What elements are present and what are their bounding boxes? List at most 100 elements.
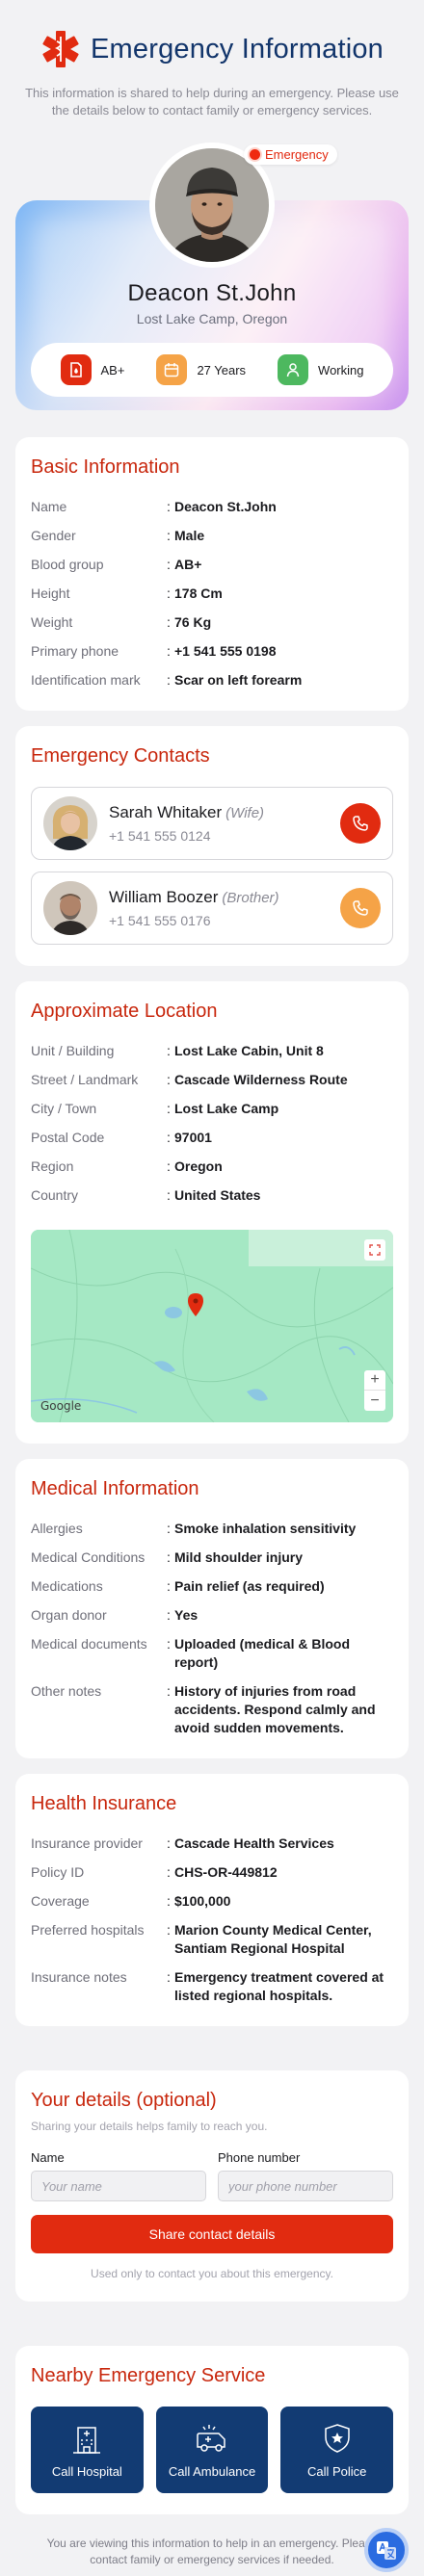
info-value: Pain relief (as required) xyxy=(174,1578,325,1594)
call-ambulance-button[interactable]: Call Ambulance xyxy=(155,2407,269,2493)
info-label: Preferred hospitals xyxy=(31,1922,145,1938)
star-of-life-icon xyxy=(42,31,79,67)
police-badge-icon xyxy=(324,2423,350,2453)
profile-name: Deacon St.John xyxy=(127,280,297,306)
info-label: Insurance provider xyxy=(31,1835,143,1851)
page-subtitle: This information is shared to help durin… xyxy=(25,86,399,117)
colon: : xyxy=(167,1607,171,1623)
stat-status-value: Working xyxy=(318,362,364,377)
info-row: Country: United States xyxy=(31,1186,393,1205)
colon: : xyxy=(167,614,171,630)
call-ambulance-label: Call Ambulance xyxy=(168,2463,256,2479)
info-label: Country xyxy=(31,1187,79,1203)
info-row: Preferred hospitals: Marion County Medica… xyxy=(31,1921,393,1958)
info-label: Medications xyxy=(31,1578,103,1594)
info-value: $100,000 xyxy=(174,1893,231,1909)
colon: : xyxy=(167,585,171,601)
hospital-icon xyxy=(73,2426,101,2454)
info-row: Allergies: Smoke inhalation sensitivity xyxy=(31,1520,393,1538)
colon: : xyxy=(167,1893,171,1909)
colon: : xyxy=(167,1969,171,1985)
stat-blood-group: AB+ xyxy=(60,354,125,385)
stat-blood-group-value: AB+ xyxy=(100,362,125,377)
info-row: Other notes: History of injuries from roa… xyxy=(31,1682,393,1737)
zoom-in-button[interactable]: + xyxy=(364,1370,385,1391)
info-value: +1 541 555 0198 xyxy=(174,643,277,659)
info-label: Allergies xyxy=(31,1521,83,1536)
info-row: Insurance provider: Cascade Health Servic… xyxy=(31,1834,393,1853)
contact-name-line: Sarah Whitaker (Wife) xyxy=(109,803,329,822)
info-value: 178 Cm xyxy=(174,585,223,601)
info-label: Height xyxy=(31,585,70,601)
info-value: Scar on left forearm xyxy=(174,672,303,688)
location-map[interactable]: + − Google xyxy=(31,1230,393,1422)
zoom-out-button[interactable]: − xyxy=(364,1391,385,1411)
fullscreen-button[interactable] xyxy=(364,1239,385,1261)
colon: : xyxy=(167,1549,171,1565)
info-row: Unit / Building: Lost Lake Cabin, Unit 8 xyxy=(31,1042,393,1060)
form-row: Name Phone number xyxy=(31,2150,393,2201)
info-row: Region: Oregon xyxy=(31,1158,393,1176)
info-label: Medical Conditions xyxy=(31,1549,146,1565)
contact-info: William Boozer (Brother) +1 541 555 0176 xyxy=(109,888,329,928)
translate-button[interactable] xyxy=(364,2528,409,2572)
info-row: Policy ID: CHS-OR-449812 xyxy=(31,1863,393,1882)
info-label: Identification mark xyxy=(31,672,141,688)
contact-relation: (Wife) xyxy=(225,805,265,821)
call-hospital-label: Call Hospital xyxy=(51,2463,122,2479)
colon: : xyxy=(167,1521,171,1536)
info-row: Name: Deacon St.John xyxy=(31,498,393,516)
title-row: Emergency Information xyxy=(15,29,409,69)
info-row: Postal Code:97001 xyxy=(31,1129,393,1147)
info-value: AB+ xyxy=(174,557,202,572)
fullscreen-icon xyxy=(369,1244,381,1256)
info-value: Yes xyxy=(174,1607,199,1623)
info-row: Medical documents: Uploaded (medical & Bl… xyxy=(31,1635,393,1672)
info-label: Gender xyxy=(31,528,76,543)
stat-age-value: 27 Years xyxy=(197,362,247,377)
name-group: Name xyxy=(31,2150,206,2201)
emergency-dot-icon xyxy=(250,149,260,160)
nearby-services-title: Nearby Emergency Service xyxy=(31,2365,266,2386)
colon: : xyxy=(167,1683,171,1699)
colon: : xyxy=(167,528,171,543)
header: Emergency Information This information i… xyxy=(15,0,409,119)
your-details-subtitle: Sharing your details helps family to rea… xyxy=(31,2120,268,2133)
colon: : xyxy=(167,1835,171,1851)
avatar xyxy=(43,881,97,935)
map-provider-logo: Google xyxy=(40,1399,82,1413)
emergency-badge: Emergency xyxy=(244,144,337,165)
call-william-button[interactable] xyxy=(340,888,381,928)
call-police-button[interactable]: Call Police xyxy=(280,2407,394,2493)
info-row: Primary phone: +1 541 555 0198 xyxy=(31,642,393,661)
call-sarah-button[interactable] xyxy=(340,803,381,844)
colon: : xyxy=(167,1158,171,1174)
services-list: Call Hospital Call Ambulance Call Police xyxy=(31,2407,394,2493)
your-details-title: Your details (optional) xyxy=(31,2090,217,2111)
page: Emergency Information This information i… xyxy=(0,0,424,2568)
info-row: Medical Conditions: Mild shoulder injury xyxy=(31,1548,393,1567)
info-value: Emergency treatment covered at listed re… xyxy=(174,1969,384,2003)
info-label: Policy ID xyxy=(31,1864,85,1880)
colon: : xyxy=(167,1043,171,1058)
info-label: Unit / Building xyxy=(31,1043,115,1058)
profile-stats: AB+ 27 Years Working xyxy=(31,343,393,397)
profile-section: Emergency Deacon St.John Lost Lake Camp,… xyxy=(15,143,409,422)
form-note: Used only to contact you about this emer… xyxy=(91,2267,333,2280)
phone-input[interactable] xyxy=(218,2171,393,2201)
phone-icon xyxy=(353,900,368,916)
info-value: Uploaded (medical & Blood report) xyxy=(174,1636,351,1670)
info-value: Marion County Medical Center, Santiam Re… xyxy=(174,1922,372,1956)
info-label: Name xyxy=(31,499,67,514)
call-hospital-button[interactable]: Call Hospital xyxy=(31,2407,144,2493)
info-row: Height:178 Cm xyxy=(31,585,393,603)
name-input[interactable] xyxy=(31,2171,206,2201)
contact-name: Sarah Whitaker xyxy=(109,803,223,821)
info-row: Identification mark: Scar on left forearm xyxy=(31,671,393,690)
map-terrain xyxy=(31,1230,393,1422)
info-value: Cascade Wilderness Route xyxy=(174,1072,348,1087)
info-value: Cascade Health Services xyxy=(174,1835,334,1851)
contact-phone: +1 541 555 0124 xyxy=(109,828,211,844)
share-contact-button[interactable]: Share contact details xyxy=(31,2215,393,2253)
profile-location: Lost Lake Camp, Oregon xyxy=(136,311,288,326)
